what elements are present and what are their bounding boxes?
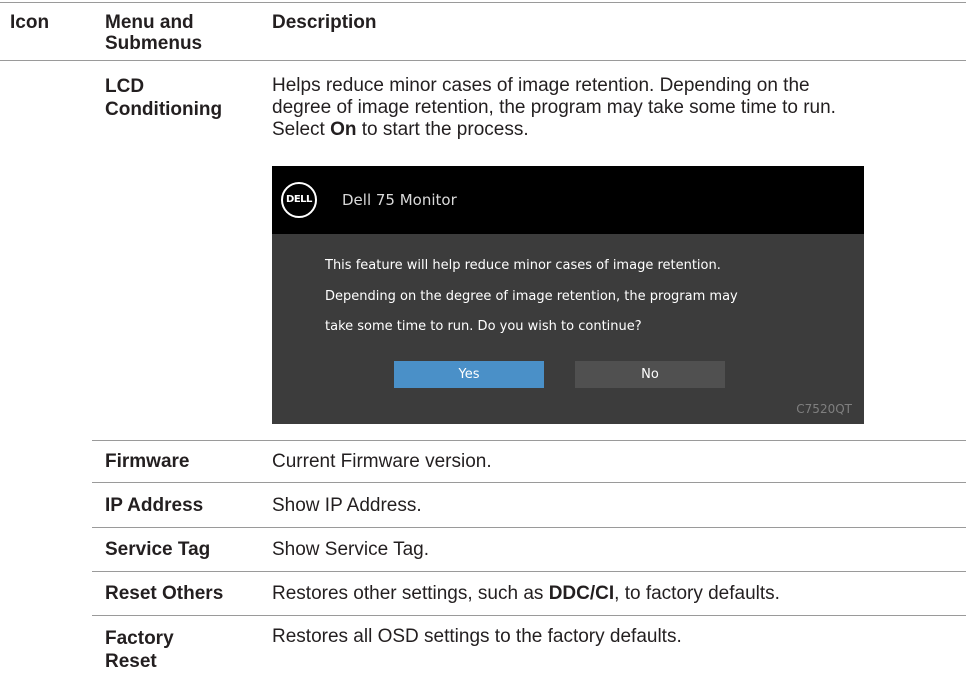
osd-message-line2: Depending on the degree of image retenti… (325, 289, 738, 304)
dell-logo-icon: DELL (281, 182, 317, 218)
description-lcd-conditioning: Helps reduce minor cases of image retent… (272, 75, 836, 141)
description-lcd-line3: Select On to start the process. (272, 119, 836, 141)
column-header-menu-line2: Submenus (105, 33, 203, 54)
menu-label-firmware: Firmware (105, 451, 190, 472)
menu-label-service-tag: Service Tag (105, 539, 211, 560)
column-header-menu: Menu and Submenus (105, 12, 202, 54)
description-reset-others: Restores other settings, such as DDC/CI,… (272, 583, 780, 605)
row-rule-firmware (92, 482, 966, 483)
description-lcd-line1: Helps reduce minor cases of image retent… (272, 75, 810, 96)
column-header-icon: Icon (10, 12, 50, 33)
description-lcd-on-keyword: On (330, 119, 357, 140)
menu-label-factory-line2: Reset (105, 651, 157, 672)
row-rule-reset-others (92, 615, 966, 616)
menu-label-reset-others: Reset Others (105, 583, 224, 604)
description-lcd-line3-post: to start the process. (356, 119, 529, 140)
osd-message-line3: take some time to run. Do you wish to co… (325, 319, 642, 334)
menu-label-lcd-line2: Conditioning (105, 99, 223, 120)
osd-no-button[interactable]: No (575, 361, 725, 388)
osd-dialog: DELL Dell 75 Monitor This feature will h… (272, 166, 864, 424)
description-factory-reset: Restores all OSD settings to the factory… (272, 626, 682, 647)
column-header-menu-line1: Menu and (105, 12, 194, 33)
osd-message-line1: This feature will help reduce minor case… (325, 258, 721, 273)
menu-label-factory-line1: Factory (105, 628, 174, 649)
osd-yes-button[interactable]: Yes (394, 361, 544, 388)
row-rule-ip (92, 527, 966, 528)
osd-header-bar: DELL Dell 75 Monitor (272, 166, 864, 234)
menu-label-ip-address: IP Address (105, 495, 204, 516)
description-reset-others-post: , to factory defaults. (614, 583, 780, 604)
table-top-rule (0, 2, 966, 3)
description-reset-others-pre: Restores other settings, such as (272, 583, 549, 604)
row-rule-lcd (92, 440, 966, 441)
description-ip-address: Show IP Address. (272, 495, 422, 516)
description-service-tag: Show Service Tag. (272, 539, 430, 560)
description-lcd-line2: degree of image retention, the program m… (272, 97, 836, 118)
menu-label-factory-reset: Factory Reset (105, 627, 174, 673)
menu-label-lcd-conditioning: LCD Conditioning (105, 75, 222, 121)
description-firmware: Current Firmware version. (272, 451, 492, 472)
menu-label-lcd-line1: LCD (105, 76, 145, 97)
osd-model-number: C7520QT (796, 402, 852, 416)
row-rule-service (92, 571, 966, 572)
description-ddcci-keyword: DDC/CI (548, 583, 615, 604)
column-header-description: Description (272, 12, 377, 33)
osd-title: Dell 75 Monitor (342, 191, 457, 209)
description-lcd-line3-pre: Select (272, 119, 331, 140)
header-rule (0, 60, 966, 61)
